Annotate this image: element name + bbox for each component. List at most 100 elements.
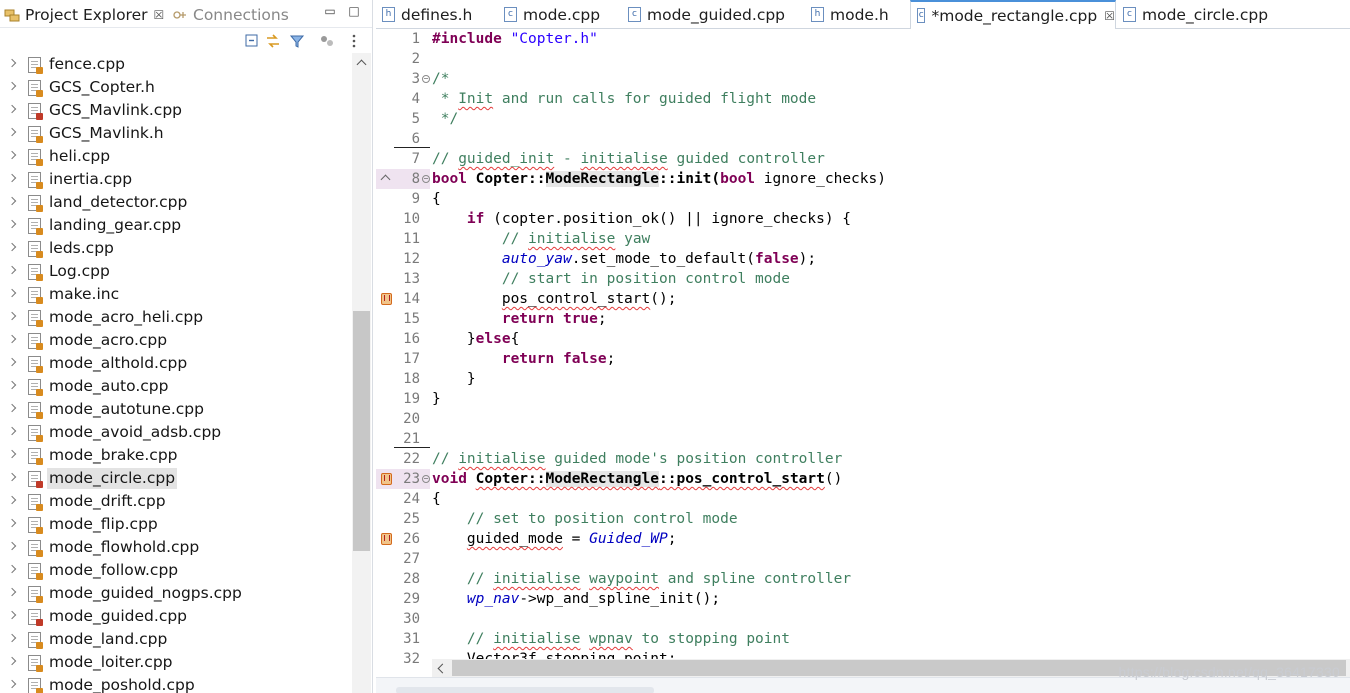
chevron-right-icon[interactable] (8, 496, 18, 506)
chevron-right-icon[interactable] (8, 266, 18, 276)
tree-item[interactable]: mode_flowhold.cpp (0, 536, 352, 559)
tree-item[interactable]: mode_poshold.cpp (0, 674, 352, 693)
scroll-up-icon[interactable] (356, 57, 366, 67)
tab-mode-cpp[interactable]: c mode.cpp (498, 0, 622, 29)
code-line-31: // initialise wpnav to stopping point (466, 631, 790, 647)
source-file-icon (28, 57, 43, 74)
fold-toggle-icon[interactable]: − (422, 75, 430, 83)
tree-item[interactable]: mode_guided_nogps.cpp (0, 582, 352, 605)
chevron-right-icon[interactable] (8, 381, 18, 391)
tab-project-explorer[interactable]: Project Explorer ☒ (4, 4, 164, 26)
close-tab-icon[interactable]: ☒ (1104, 9, 1115, 23)
scroll-left-icon[interactable] (436, 663, 446, 673)
chevron-right-icon[interactable] (8, 220, 18, 230)
tree-item[interactable]: mode_auto.cpp (0, 375, 352, 398)
tree-item[interactable]: GCS_Mavlink.h (0, 122, 352, 145)
chevron-right-icon[interactable] (8, 82, 18, 92)
line-number-text: 14 (403, 291, 420, 307)
explorer-vertical-scrollbar[interactable] (352, 53, 371, 693)
minimize-button[interactable]: ▭ (323, 4, 337, 18)
chevron-right-icon[interactable] (8, 335, 18, 345)
chevron-right-icon[interactable] (8, 427, 18, 437)
maximize-button[interactable]: □ (347, 4, 361, 18)
tree-item[interactable]: mode_loiter.cpp (0, 651, 352, 674)
tree-item[interactable]: make.inc (0, 283, 352, 306)
tree-item[interactable]: heli.cpp (0, 145, 352, 168)
line-number-text: 28 (403, 571, 420, 587)
tab-connections[interactable]: Connections (172, 4, 289, 26)
chevron-right-icon[interactable] (8, 657, 18, 667)
chevron-right-icon[interactable] (8, 450, 18, 460)
warning-marker-icon[interactable] (380, 292, 392, 305)
code-text-area[interactable]: #include "Copter.h" /* * Init and run ca… (432, 29, 1350, 659)
line-number: 22 (376, 449, 430, 469)
remote-icon[interactable] (319, 33, 335, 49)
chevron-right-icon[interactable] (8, 680, 18, 690)
override-marker-icon[interactable] (380, 173, 390, 183)
tab-label: defines.h (401, 5, 473, 24)
tree-item[interactable]: mode_autotune.cpp (0, 398, 352, 421)
tree-item[interactable]: inertia.cpp (0, 168, 352, 191)
tree-item[interactable]: land_detector.cpp (0, 191, 352, 214)
tab-defines-h[interactable]: h defines.h (376, 0, 498, 29)
tab-mode-guided-cpp[interactable]: c mode_guided.cpp (622, 0, 805, 29)
chevron-right-icon[interactable] (8, 243, 18, 253)
tab-mode-rectangle-cpp[interactable]: c *mode_rectangle.cpp ☒ (910, 0, 1116, 29)
code-line-9: { (432, 191, 441, 207)
code-line-17: return false; (501, 351, 616, 367)
link-editor-icon[interactable] (265, 33, 281, 49)
warning-marker-icon[interactable] (380, 532, 392, 545)
line-number-gutter[interactable]: 1 2 3−4 5 6 7 8−9 10 11 12 13 14 15 16 17 18 19 20 21 22 23−… (376, 29, 430, 667)
chevron-right-icon[interactable] (8, 197, 18, 207)
chevron-right-icon[interactable] (8, 128, 18, 138)
line-number: 3− (376, 69, 430, 89)
tree-item[interactable]: leds.cpp (0, 237, 352, 260)
chevron-right-icon[interactable] (8, 404, 18, 414)
tree-item[interactable]: mode_land.cpp (0, 628, 352, 651)
chevron-right-icon[interactable] (8, 611, 18, 621)
tree-item[interactable]: landing_gear.cpp (0, 214, 352, 237)
chevron-right-icon[interactable] (8, 519, 18, 529)
tree-item[interactable]: GCS_Copter.h (0, 76, 352, 99)
close-icon[interactable]: ☒ (154, 8, 165, 22)
line-number: 4 (376, 89, 430, 109)
fold-toggle-icon[interactable]: − (422, 475, 430, 483)
tree-item[interactable]: mode_drift.cpp (0, 490, 352, 513)
tab-mode-circle-cpp[interactable]: c mode_circle.cpp (1117, 0, 1277, 29)
chevron-right-icon[interactable] (8, 289, 18, 299)
filter-icon[interactable] (289, 33, 305, 49)
tree-item[interactable]: mode_acro.cpp (0, 329, 352, 352)
chevron-right-icon[interactable] (8, 473, 18, 483)
line-number: 14 (376, 289, 430, 309)
tree-item[interactable]: mode_circle.cpp (0, 467, 352, 490)
chevron-right-icon[interactable] (8, 59, 18, 69)
tree-item[interactable]: mode_althold.cpp (0, 352, 352, 375)
tree-item[interactable]: mode_brake.cpp (0, 444, 352, 467)
chevron-right-icon[interactable] (8, 634, 18, 644)
tree-item-label: Log.cpp (49, 262, 110, 280)
fold-toggle-icon[interactable]: − (422, 175, 430, 183)
chevron-right-icon[interactable] (8, 105, 18, 115)
tree-item-label: mode_flip.cpp (49, 515, 158, 533)
tree-item[interactable]: fence.cpp (0, 53, 352, 76)
warning-marker-icon[interactable] (380, 472, 392, 485)
tree-item[interactable]: GCS_Mavlink.cpp (0, 99, 352, 122)
tree-item[interactable]: mode_acro_heli.cpp (0, 306, 352, 329)
tree-item[interactable]: Log.cpp (0, 260, 352, 283)
chevron-right-icon[interactable] (8, 565, 18, 575)
chevron-right-icon[interactable] (8, 588, 18, 598)
chevron-right-icon[interactable] (8, 174, 18, 184)
scrollbar-thumb[interactable] (353, 311, 370, 551)
tree-item[interactable]: mode_guided.cpp (0, 605, 352, 628)
chevron-right-icon[interactable] (8, 358, 18, 368)
tree-item[interactable]: mode_avoid_adsb.cpp (0, 421, 352, 444)
chevron-right-icon[interactable] (8, 312, 18, 322)
code-line-14: pos_control_start(); (501, 291, 677, 307)
chevron-right-icon[interactable] (8, 151, 18, 161)
tree-item[interactable]: mode_follow.cpp (0, 559, 352, 582)
tab-mode-h[interactable]: h mode.h (805, 0, 909, 29)
view-menu-icon[interactable] (346, 33, 362, 49)
tree-item[interactable]: mode_flip.cpp (0, 513, 352, 536)
chevron-right-icon[interactable] (8, 542, 18, 552)
collapse-all-icon[interactable] (244, 33, 260, 49)
